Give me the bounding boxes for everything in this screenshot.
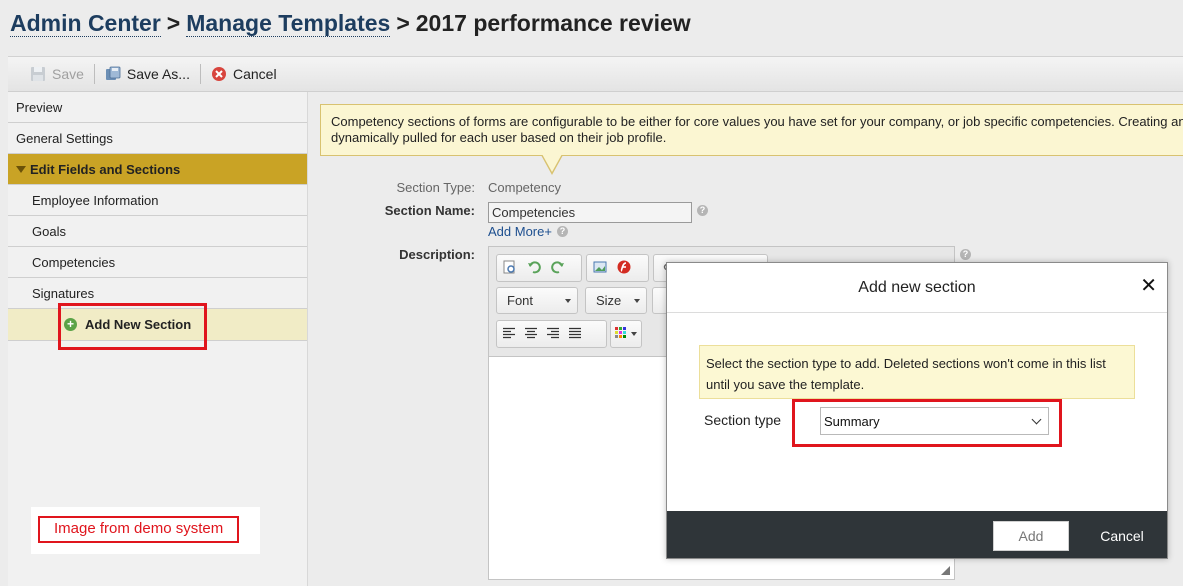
section-type-label: Section Type: [396,180,475,195]
sidebar-item-signatures[interactable]: Signatures [8,278,307,309]
dialog-title: Add new section [858,278,976,296]
info-banner-line: Competency sections of forms are configu… [331,114,1183,129]
breadcrumb: Admin Center > Manage Templates >2017 perfo… [10,10,691,37]
section-name-label: Section Name: [384,203,475,218]
help-icon[interactable]: ? [960,249,971,260]
add-more-link[interactable]: Add More+ [488,224,552,239]
sidebar-item-label: General Settings [16,130,113,146]
sidebar-item-label: Goals [32,223,66,239]
sidebar-item-label: Competencies [32,254,116,270]
save-as-button-label: Save As... [126,66,190,82]
breadcrumb-admin-center[interactable]: Admin Center [10,10,161,37]
caret-down-icon [634,298,640,303]
info-banner-line: dynamically pulled for each user based o… [331,130,667,145]
save-as-button[interactable]: Save As... [97,62,198,86]
sidebar-item-preview[interactable]: Preview [8,92,307,123]
add-new-section-button[interactable]: + Add New Section [8,309,307,341]
close-icon[interactable]: ✕ [1140,276,1157,296]
font-family-select-label: Font [507,293,534,308]
sidebar-item-label: Employee Information [32,192,159,208]
align-left-icon[interactable] [503,327,515,342]
editor-button-group [496,254,582,282]
help-icon[interactable]: ? [557,226,568,237]
sidebar-item-employee-information[interactable]: Employee Information [8,185,307,216]
triangle-down-icon [16,165,26,173]
align-center-icon[interactable] [525,327,537,342]
color-grid-icon [615,326,627,342]
font-family-select[interactable]: Font [496,287,578,314]
sidebar-item-label: Preview [16,99,63,115]
breadcrumb-separator: > [166,10,181,36]
sidebar-item-general-settings[interactable]: General Settings [8,123,307,154]
align-right-icon[interactable] [547,327,559,342]
plus-circle-icon: + [64,318,77,331]
cancel-button[interactable]: Cancel [203,62,285,86]
toolbar-divider [199,64,201,84]
help-icon[interactable]: ? [697,205,708,216]
undo-icon[interactable] [527,260,541,277]
dialog-cancel-button[interactable]: Cancel [1087,521,1157,551]
sidebar-item-label: Edit Fields and Sections [30,161,181,177]
description-label: Description: [399,247,475,262]
section-type-selected-value: Summary [824,413,880,429]
align-justify-icon[interactable] [569,327,581,342]
info-banner-pointer [541,154,563,175]
caret-down-icon [565,298,571,303]
demo-note: Image from demo system [31,507,260,554]
dialog-header: Add new section ✕ [667,263,1167,313]
font-size-select-label: Size [596,293,622,308]
breadcrumb-manage-templates[interactable]: Manage Templates [186,10,391,37]
resize-handle-icon[interactable] [941,566,950,575]
dialog-note: Select the section type to add. Deleted … [699,345,1135,399]
caret-down-icon [631,332,637,336]
cancel-button-label: Cancel [232,66,277,82]
toolbar-divider [93,64,95,84]
toolbar: Save Save As... Cancel [8,56,1183,92]
redo-icon[interactable] [551,260,565,277]
preview-icon[interactable] [503,260,517,277]
section-name-input[interactable]: Competencies [488,202,692,223]
image-icon[interactable] [593,260,607,277]
font-size-select[interactable]: Size [585,287,647,314]
sidebar-item-edit-fields-and-sections[interactable]: Edit Fields and Sections [8,154,307,185]
demo-note-text: Image from demo system [38,516,240,543]
info-banner: Competency sections of forms are configu… [320,104,1183,156]
add-new-section-label: Add New Section [85,317,192,332]
editor-button-group [496,320,607,348]
breadcrumb-separator: > [396,10,410,36]
floppy-disk-icon [30,66,46,82]
dialog-footer: Add Cancel [667,511,1167,558]
cancel-circle-icon [211,66,227,82]
chevron-down-icon [1031,414,1042,424]
editor-button-group [586,254,649,282]
sidebar-item-competencies[interactable]: Competencies [8,247,307,278]
add-section-dialog: Add new section ✕ Select the section typ… [666,262,1168,559]
sidebar-item-label: Signatures [32,285,95,301]
section-type-field-label: Section type [704,412,782,428]
sidebar-item-goals[interactable]: Goals [8,216,307,247]
flash-icon[interactable] [617,260,631,277]
add-button[interactable]: Add [993,521,1069,551]
section-type-select[interactable]: Summary [820,407,1049,435]
save-button-label: Save [52,66,84,82]
section-type-value: Competency [488,180,561,195]
page-title: 2017 performance review [415,10,691,36]
save-button[interactable]: Save [22,62,92,86]
save-as-icon [105,66,121,82]
color-picker-button[interactable] [610,320,642,348]
